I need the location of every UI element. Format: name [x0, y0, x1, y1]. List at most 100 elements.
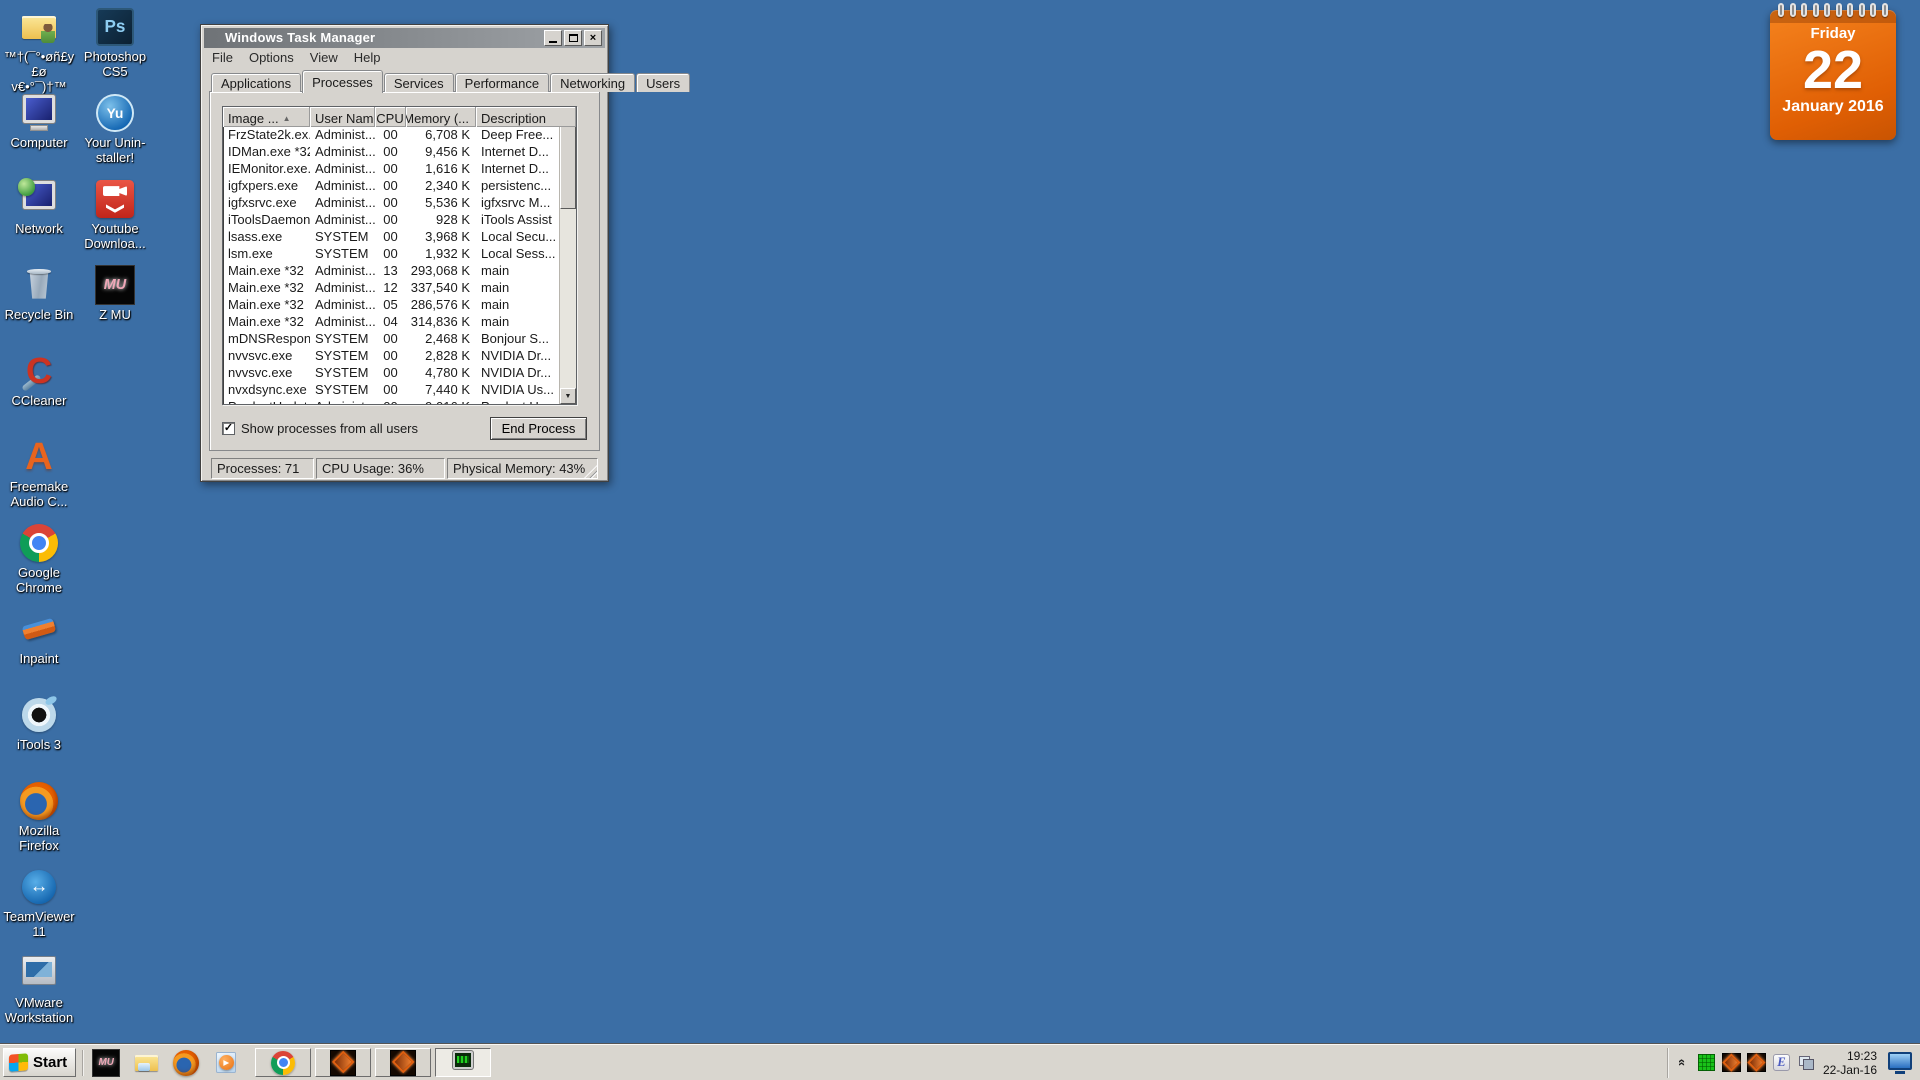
- task-manager-app-icon: [207, 31, 221, 45]
- tab-services[interactable]: Services: [384, 73, 454, 92]
- process-row[interactable]: Main.exe *32 Administ... 05 286,576 K ma…: [223, 297, 559, 314]
- spiral-binding-icon: [1778, 3, 1888, 17]
- process-row[interactable]: Main.exe *32 Administ... 04 314,836 K ma…: [223, 314, 559, 331]
- process-user-name: Administ...: [310, 297, 375, 314]
- process-row[interactable]: lsass.exe SYSTEM 00 3,968 K Local Secu..…: [223, 229, 559, 246]
- desktop-icon-label: Inpaint: [3, 651, 75, 666]
- end-process-button[interactable]: End Process: [490, 417, 587, 440]
- mu-taskbar-button[interactable]: [315, 1048, 371, 1077]
- process-row[interactable]: IEMonitor.exe... Administ... 00 1,616 K …: [223, 161, 559, 178]
- column-header-user-name[interactable]: User Name: [310, 107, 375, 127]
- scroll-down-icon[interactable]: ▼: [560, 388, 576, 404]
- tray-expand-chevron-icon[interactable]: [1676, 1056, 1690, 1070]
- task-manager-taskbar-button[interactable]: [435, 1048, 491, 1077]
- process-description: main: [476, 263, 559, 280]
- process-row[interactable]: Main.exe *32 Administ... 13 293,068 K ma…: [223, 263, 559, 280]
- process-row[interactable]: iToolsDaemon.... Administ... 00 928 K iT…: [223, 212, 559, 229]
- process-row[interactable]: IDMan.exe *32 Administ... 00 9,456 K Int…: [223, 144, 559, 161]
- mu-taskbar-button[interactable]: [375, 1048, 431, 1077]
- mu-tray-icon[interactable]: [1723, 1054, 1740, 1071]
- desktop-icon-glyph: [20, 266, 58, 304]
- tab-networking[interactable]: Networking: [550, 73, 635, 92]
- column-header-image-name[interactable]: Image ...▲: [223, 107, 310, 127]
- process-row[interactable]: Main.exe *32 Administ... 12 337,540 K ma…: [223, 280, 559, 297]
- process-row[interactable]: igfxsrvc.exe Administ... 00 5,536 K igfx…: [223, 195, 559, 212]
- network-tray-icon[interactable]: [1798, 1054, 1815, 1071]
- process-rows: FrzState2k.ex... Administ... 00 6,708 K …: [223, 127, 559, 404]
- desktop-icon-label: CCleaner: [3, 393, 75, 408]
- desktop-icon-network[interactable]: Network: [3, 180, 75, 236]
- menu-item-view[interactable]: View: [303, 50, 345, 65]
- menu-item-options[interactable]: Options: [242, 50, 301, 65]
- menu-item-help[interactable]: Help: [347, 50, 388, 65]
- calendar-gadget[interactable]: Friday 22 January 2016: [1770, 10, 1896, 140]
- process-memory: 9,456 K: [406, 144, 476, 161]
- process-row[interactable]: nvvsvc.exe SYSTEM 00 2,828 K NVIDIA Dr..…: [223, 348, 559, 365]
- process-memory: 293,068 K: [406, 263, 476, 280]
- maximize-button[interactable]: [564, 30, 582, 46]
- tab-processes[interactable]: Processes: [302, 70, 383, 93]
- scrollbar-thumb[interactable]: [560, 125, 576, 209]
- process-cpu: 00: [375, 127, 406, 144]
- desktop-icon-label: Mozilla Firefox: [3, 823, 75, 853]
- process-image-name: Main.exe *32: [223, 263, 310, 280]
- process-cpu: 00: [375, 195, 406, 212]
- process-row[interactable]: igfxpers.exe Administ... 00 2,340 K pers…: [223, 178, 559, 195]
- desktop-icon-glyph: [20, 868, 58, 906]
- mu-tray-icon[interactable]: [1748, 1054, 1765, 1071]
- process-cpu: 00: [375, 399, 406, 404]
- desktop-icon-youtube-downloader[interactable]: Youtube Downloa...: [79, 180, 151, 251]
- process-row[interactable]: mDNSRespond... SYSTEM 00 2,468 K Bonjour…: [223, 331, 559, 348]
- desktop-icon-ccleaner[interactable]: CCleaner: [3, 352, 75, 408]
- mu-quick-launch-icon[interactable]: [89, 1048, 123, 1078]
- minimize-button[interactable]: [544, 30, 562, 46]
- process-row[interactable]: ProductUpdat... Administ... 00 9,016 K P…: [223, 399, 559, 404]
- firefox-quick-launch-icon[interactable]: [169, 1048, 203, 1078]
- close-button[interactable]: ×: [584, 30, 602, 46]
- process-row[interactable]: nvvsvc.exe SYSTEM 00 4,780 K NVIDIA Dr..…: [223, 365, 559, 382]
- desktop-icon-vmware[interactable]: VMware Workstation: [3, 954, 75, 1025]
- show-desktop-icon[interactable]: [1887, 1050, 1913, 1076]
- desktop-icon-recycle-bin[interactable]: Recycle Bin: [3, 266, 75, 322]
- desktop-icon-teamviewer[interactable]: TeamViewer 11: [3, 868, 75, 939]
- menu-item-file[interactable]: File: [205, 50, 240, 65]
- process-row[interactable]: FrzState2k.ex... Administ... 00 6,708 K …: [223, 127, 559, 144]
- processes-tab-page: Image ...▲ User Name CPU Memory (... Des…: [209, 91, 600, 451]
- desktop-icon-inpaint[interactable]: Inpaint: [3, 610, 75, 666]
- desktop-icon-computer[interactable]: Computer: [3, 94, 75, 150]
- taskbar-clock[interactable]: 19:23 22-Jan-16: [1823, 1049, 1879, 1077]
- desktop-icon-z-mu[interactable]: Z MU: [79, 266, 151, 322]
- desktop-icon-photoshop[interactable]: Photoshop CS5: [79, 8, 151, 79]
- column-header-description[interactable]: Description: [476, 107, 576, 127]
- desktop-icon-firefox[interactable]: Mozilla Firefox: [3, 782, 75, 853]
- cpu-meter-tray-icon[interactable]: [1698, 1054, 1715, 1071]
- task-manager-titlebar[interactable]: Windows Task Manager ×: [204, 28, 605, 48]
- desktop-icon-mystery-folder[interactable]: ™†(¯°•øñ£y£ø v€•°¯)†™: [3, 8, 75, 94]
- process-description: Local Sess...: [476, 246, 559, 263]
- desktop-icon-google-chrome[interactable]: Google Chrome: [3, 524, 75, 595]
- idm-tray-icon[interactable]: [1773, 1054, 1790, 1071]
- desktop-icon-freemake[interactable]: Freemake Audio C...: [3, 438, 75, 509]
- start-label: Start: [33, 1054, 67, 1071]
- explorer-quick-launch-icon[interactable]: [129, 1048, 163, 1078]
- tab-users[interactable]: Users: [636, 73, 690, 92]
- status-bar: Processes: 71 CPU Usage: 36% Physical Me…: [211, 458, 598, 479]
- tab-performance[interactable]: Performance: [455, 73, 549, 92]
- scrollbar[interactable]: ▲ ▼: [559, 107, 576, 404]
- tab-applications[interactable]: Applications: [211, 73, 301, 92]
- process-image-name: Main.exe *32: [223, 280, 310, 297]
- desktop-icon-your-uninstaller[interactable]: Your Unin-staller!: [79, 94, 151, 165]
- chrome-taskbar-button[interactable]: [255, 1048, 311, 1077]
- column-header-memory[interactable]: Memory (...: [406, 107, 476, 127]
- process-description: NVIDIA Us...: [476, 382, 559, 399]
- process-row[interactable]: lsm.exe SYSTEM 00 1,932 K Local Sess...: [223, 246, 559, 263]
- show-all-users-checkbox[interactable]: ✓ Show processes from all users: [222, 421, 418, 436]
- process-row[interactable]: nvxdsync.exe SYSTEM 00 7,440 K NVIDIA Us…: [223, 382, 559, 399]
- system-tray: 19:23 22-Jan-16: [1667, 1048, 1917, 1078]
- desktop-icon-itools[interactable]: iTools 3: [3, 696, 75, 752]
- process-cpu: 13: [375, 263, 406, 280]
- clock-time: 19:23: [1823, 1049, 1877, 1063]
- column-header-cpu[interactable]: CPU: [375, 107, 406, 127]
- media-player-quick-launch-icon[interactable]: [209, 1048, 243, 1078]
- start-button[interactable]: Start: [3, 1048, 76, 1077]
